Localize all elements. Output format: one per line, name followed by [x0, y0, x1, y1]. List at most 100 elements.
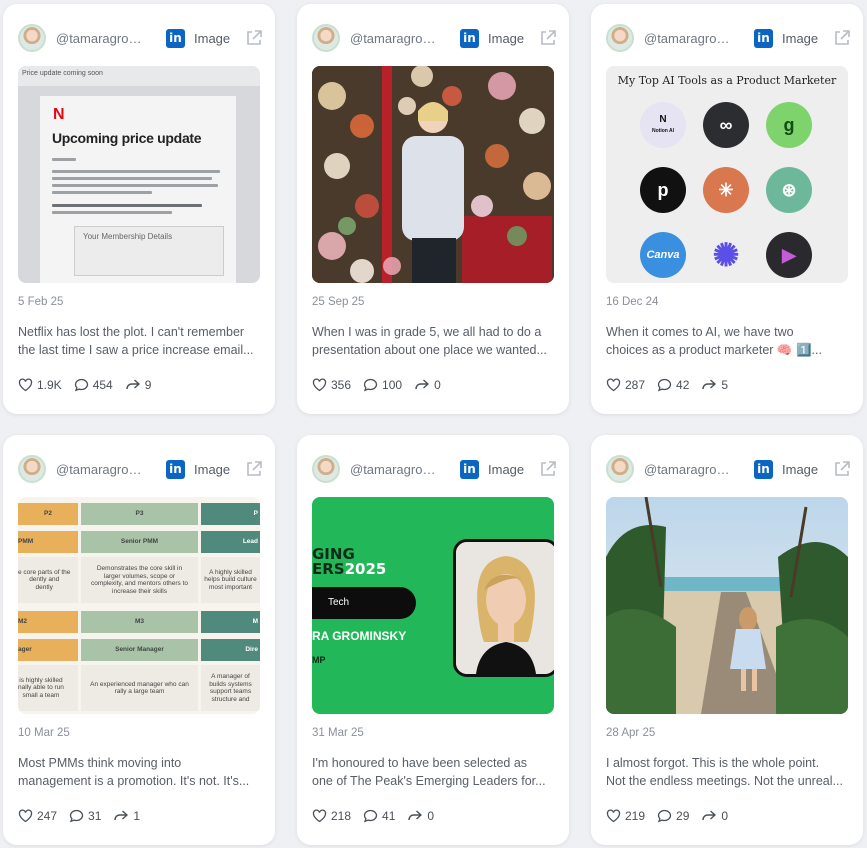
comment-icon	[657, 809, 672, 823]
table-cell: M	[201, 611, 260, 633]
reposts-stat: 0	[407, 809, 434, 823]
avatar[interactable]	[18, 24, 46, 52]
reposts-count: 0	[434, 378, 441, 392]
post-date: 25 Sep 25	[312, 296, 365, 308]
post-caption[interactable]: Netflix has lost the plot. I can't remem…	[18, 323, 262, 359]
table-cell: A manager of builds systems support team…	[201, 665, 260, 711]
post-type-label: Image	[488, 30, 525, 46]
post-image[interactable]	[312, 66, 554, 283]
portrait-photo	[453, 539, 554, 677]
text-line	[52, 184, 218, 187]
external-link-icon[interactable]	[245, 460, 263, 478]
avatar[interactable]	[606, 24, 634, 52]
post-card[interactable]: @tamaragrominsky in Image P2 P3 P PMM Se…	[3, 435, 275, 845]
table-cell: P2	[18, 503, 78, 525]
comment-icon	[363, 378, 378, 392]
honoree-name: RA GROMINSKY	[312, 629, 407, 643]
post-grid: @tamaragrominsky in Image Price update c…	[0, 0, 867, 848]
card-header: @tamaragrominsky in Image	[18, 21, 263, 55]
post-image[interactable]: GING ERS2025 Tech RA GROMINSKY MP	[312, 497, 554, 714]
author-handle[interactable]: @tamaragrominsky	[350, 462, 444, 477]
post-caption[interactable]: I almost forgot. This is the whole point…	[606, 754, 850, 790]
external-link-icon[interactable]	[539, 460, 557, 478]
caption-line: presentation about one place we wanted..…	[312, 343, 547, 357]
external-link-icon[interactable]	[833, 460, 851, 478]
image-title: My Top AI Tools as a Product Marketer	[617, 74, 837, 87]
post-image[interactable]: My Top AI Tools as a Product Marketer NN…	[606, 66, 848, 283]
post-caption[interactable]: When I was in grade 5, we all had to do …	[312, 323, 556, 359]
video-tool-icon: ▶	[766, 232, 812, 278]
heart-icon	[606, 809, 621, 823]
comment-icon	[657, 378, 672, 392]
email-subject: Price update coming soon	[18, 66, 260, 86]
post-card[interactable]: @tamaragrominsky in Image My Top AI Tool…	[591, 4, 863, 414]
likes-count: 287	[625, 378, 646, 392]
post-type-label: Image	[488, 461, 525, 477]
external-link-icon[interactable]	[539, 29, 557, 47]
linkedin-icon: in	[754, 459, 773, 479]
text-line	[52, 170, 220, 173]
table-cell: An experienced manager who can rally a l…	[81, 665, 198, 711]
author-handle[interactable]: @tamaragrominsky	[644, 462, 738, 477]
comments-stat: 454	[74, 378, 113, 392]
post-card[interactable]: @tamaragrominsky in Image	[297, 4, 569, 414]
avatar[interactable]	[606, 455, 634, 483]
caption-line: choices as a product marketer 🧠 1️⃣...	[606, 343, 822, 357]
card-header: @tamaragrominsky in Image	[606, 452, 851, 486]
caption-line: one of The Peak's Emerging Leaders for..…	[312, 774, 546, 788]
post-card[interactable]: @tamaragrominsky in Image Price update c…	[3, 4, 275, 414]
likes-count: 247	[37, 809, 58, 823]
external-link-icon[interactable]	[833, 29, 851, 47]
grammarly-icon: g	[766, 102, 812, 148]
comments-stat: 100	[363, 378, 402, 392]
comment-icon	[69, 809, 84, 823]
post-stats: 218 41 0	[312, 809, 446, 823]
heart-icon	[18, 378, 33, 392]
author-handle[interactable]: @tamaragrominsky	[56, 31, 150, 46]
notion-ai-icon: N Notion AI	[640, 102, 686, 148]
post-image[interactable]: P2 P3 P PMM Senior PMM Lead e core parts…	[18, 497, 260, 714]
likes-stat: 1.9K	[18, 378, 62, 392]
post-stats: 287 42 5	[606, 378, 740, 392]
post-caption[interactable]: When it comes to AI, we have two choices…	[606, 323, 850, 359]
chatgpt-icon: ⊛	[766, 167, 812, 213]
post-stats: 247 31 1	[18, 809, 152, 823]
likes-stat: 287	[606, 378, 645, 392]
comments-count: 41	[382, 809, 396, 823]
likes-count: 1.9K	[37, 378, 62, 392]
reposts-stat: 0	[414, 378, 441, 392]
share-icon	[408, 810, 423, 821]
post-caption[interactable]: Most PMMs think moving into management i…	[18, 754, 262, 790]
author-handle[interactable]: @tamaragrominsky	[350, 31, 444, 46]
avatar[interactable]	[312, 455, 340, 483]
external-link-icon[interactable]	[245, 29, 263, 47]
share-icon	[702, 379, 717, 390]
linkedin-icon: in	[754, 28, 773, 48]
caption-line: When I was in grade 5, we all had to do …	[312, 325, 542, 339]
author-handle[interactable]: @tamaragrominsky	[56, 462, 150, 477]
post-date: 5 Feb 25	[18, 296, 64, 308]
table-cell: Senior PMM	[81, 531, 198, 553]
post-caption[interactable]: I'm honoured to have been selected as on…	[312, 754, 556, 790]
linkedin-icon: in	[460, 459, 479, 479]
comments-count: 454	[92, 378, 113, 392]
avatar[interactable]	[312, 24, 340, 52]
netflix-logo: N	[53, 106, 65, 123]
perplexity-icon: p	[640, 167, 686, 213]
caption-line: Most PMMs think moving into	[18, 756, 182, 770]
claude-icon: ✳	[703, 167, 749, 213]
reposts-count: 9	[144, 378, 152, 392]
linkedin-icon: in	[166, 459, 185, 479]
table-cell: P3	[81, 503, 198, 525]
post-card[interactable]: @tamaragrominsky in Image	[591, 435, 863, 845]
post-card[interactable]: @tamaragrominsky in Image GINGERS2025 Te…	[297, 435, 569, 845]
post-image[interactable]: Price update coming soon N Upcoming pric…	[18, 66, 260, 283]
comments-count: 31	[88, 809, 102, 823]
caption-line: I almost forgot. This is the whole point…	[606, 756, 820, 770]
post-image[interactable]	[606, 497, 848, 714]
text-line	[52, 158, 76, 161]
avatar[interactable]	[18, 455, 46, 483]
caption-line: Not the endless meetings. Not the unreal…	[606, 774, 843, 788]
reposts-count: 1	[133, 809, 141, 823]
author-handle[interactable]: @tamaragrominsky	[644, 31, 738, 46]
